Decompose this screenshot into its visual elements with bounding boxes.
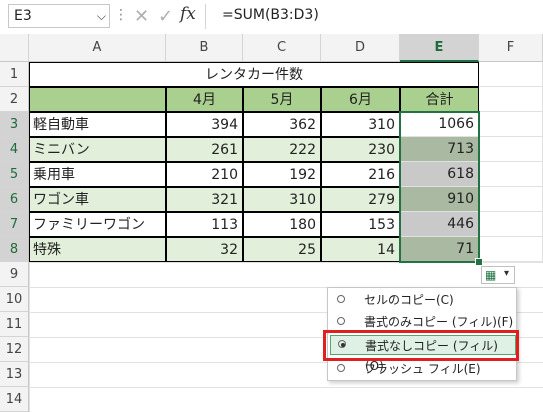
- table-cell[interactable]: 32: [166, 237, 243, 262]
- enter-icon[interactable]: ✓: [158, 6, 173, 27]
- table-cell[interactable]: 362: [243, 112, 321, 137]
- table-cell[interactable]: 230: [321, 137, 400, 162]
- table-cell[interactable]: 180: [243, 212, 321, 237]
- menu-item-label: 書式のみコピー (フィル)(F): [364, 315, 514, 329]
- cell-a2[interactable]: [29, 87, 166, 112]
- formula-input[interactable]: =SUM(B3:D3): [222, 7, 319, 23]
- more-options-icon[interactable]: ⋮: [114, 7, 128, 23]
- row-header-7[interactable]: 7: [0, 212, 29, 237]
- menu-item-copy-cells[interactable]: セルのコピー(C): [328, 290, 514, 310]
- autofill-icon: ▦: [485, 268, 497, 282]
- chevron-down-icon: ▾: [504, 268, 510, 279]
- autofill-options-button[interactable]: ▦ ▾: [481, 266, 515, 284]
- table-row-label[interactable]: ワゴン車: [29, 187, 166, 212]
- cell-f5[interactable]: [479, 162, 543, 187]
- column-header-f[interactable]: F: [479, 34, 543, 62]
- menu-item-label: フラッシュ フィル(E): [364, 362, 481, 376]
- cancel-icon[interactable]: ✕: [134, 6, 149, 27]
- table-row-label[interactable]: 軽自動車: [29, 112, 166, 137]
- select-all-corner[interactable]: [0, 34, 29, 62]
- header-total[interactable]: 合計: [400, 87, 479, 112]
- cell-f4[interactable]: [479, 137, 543, 162]
- table-cell[interactable]: 394: [166, 112, 243, 137]
- chevron-down-icon[interactable]: ⌵: [97, 5, 106, 27]
- total-cell[interactable]: 1066: [400, 112, 479, 137]
- row-header-2[interactable]: 2: [0, 87, 29, 112]
- table-cell[interactable]: 222: [243, 137, 321, 162]
- table-cell[interactable]: 153: [321, 212, 400, 237]
- row-header-12[interactable]: 12: [0, 337, 29, 362]
- total-cell[interactable]: 446: [400, 212, 479, 237]
- column-header-e[interactable]: E: [400, 34, 479, 62]
- total-cell[interactable]: 71: [400, 237, 479, 262]
- row-header-4[interactable]: 4: [0, 137, 29, 162]
- column-header-c[interactable]: C: [243, 34, 321, 62]
- fill-handle[interactable]: [475, 258, 483, 266]
- row-header-11[interactable]: 11: [0, 312, 29, 337]
- table-cell[interactable]: 210: [166, 162, 243, 187]
- table-cell[interactable]: 216: [321, 162, 400, 187]
- formula-bar: E3 ⌵ ⋮ ✕ ✓ fx =SUM(B3:D3): [0, 0, 543, 35]
- row-header-8[interactable]: 8: [0, 237, 29, 262]
- row-header-3[interactable]: 3: [0, 112, 29, 137]
- cell-f1[interactable]: [479, 62, 543, 87]
- cell-f3[interactable]: [479, 112, 543, 137]
- name-box-value: E3: [14, 8, 32, 24]
- table-cell[interactable]: 192: [243, 162, 321, 187]
- row-header-9[interactable]: 9: [0, 262, 29, 287]
- table-cell[interactable]: 25: [243, 237, 321, 262]
- column-header-b[interactable]: B: [166, 34, 243, 62]
- radio-icon: [337, 364, 345, 372]
- column-header-d[interactable]: D: [321, 34, 400, 62]
- row-header-1[interactable]: 1: [0, 62, 29, 87]
- menu-item-fill-formatting-only[interactable]: 書式のみコピー (フィル)(F): [328, 312, 514, 332]
- row-header-5[interactable]: 5: [0, 162, 29, 187]
- table-cell[interactable]: 113: [166, 212, 243, 237]
- row-header-13[interactable]: 13: [0, 362, 29, 387]
- table-row-label[interactable]: 特殊: [29, 237, 166, 262]
- highlight-annotation: [323, 330, 519, 361]
- menu-item-label: セルのコピー(C): [364, 293, 454, 307]
- row-header-10[interactable]: 10: [0, 287, 29, 312]
- header-may[interactable]: 5月: [243, 87, 321, 112]
- radio-icon: [337, 317, 345, 325]
- table-row-label[interactable]: 乗用車: [29, 162, 166, 187]
- total-cell[interactable]: 713: [400, 137, 479, 162]
- table-cell[interactable]: 321: [166, 187, 243, 212]
- formula-bar-divider: [205, 4, 206, 29]
- cell-f6[interactable]: [479, 187, 543, 212]
- table-cell[interactable]: 310: [321, 112, 400, 137]
- row-header-6[interactable]: 6: [0, 187, 29, 212]
- table-row-label[interactable]: ミニバン: [29, 137, 166, 162]
- insert-function-icon[interactable]: fx: [180, 4, 196, 24]
- total-cell[interactable]: 618: [400, 162, 479, 187]
- cell-f8[interactable]: [479, 237, 543, 262]
- total-cell[interactable]: 910: [400, 187, 479, 212]
- name-box[interactable]: E3 ⌵: [8, 4, 110, 28]
- menu-item-flash-fill[interactable]: フラッシュ フィル(E): [328, 359, 514, 379]
- table-cell[interactable]: 14: [321, 237, 400, 262]
- table-row-label[interactable]: ファミリーワゴン: [29, 212, 166, 237]
- radio-icon: [337, 295, 345, 303]
- table-cell[interactable]: 310: [243, 187, 321, 212]
- row-header-14[interactable]: 14: [0, 387, 29, 412]
- table-cell[interactable]: 279: [321, 187, 400, 212]
- header-june[interactable]: 6月: [321, 87, 400, 112]
- table-cell[interactable]: 261: [166, 137, 243, 162]
- column-header-a[interactable]: A: [29, 34, 166, 62]
- table-title[interactable]: レンタカー件数: [29, 62, 479, 87]
- cell-f7[interactable]: [479, 212, 543, 237]
- header-april[interactable]: 4月: [166, 87, 243, 112]
- cell-f2[interactable]: [479, 87, 543, 112]
